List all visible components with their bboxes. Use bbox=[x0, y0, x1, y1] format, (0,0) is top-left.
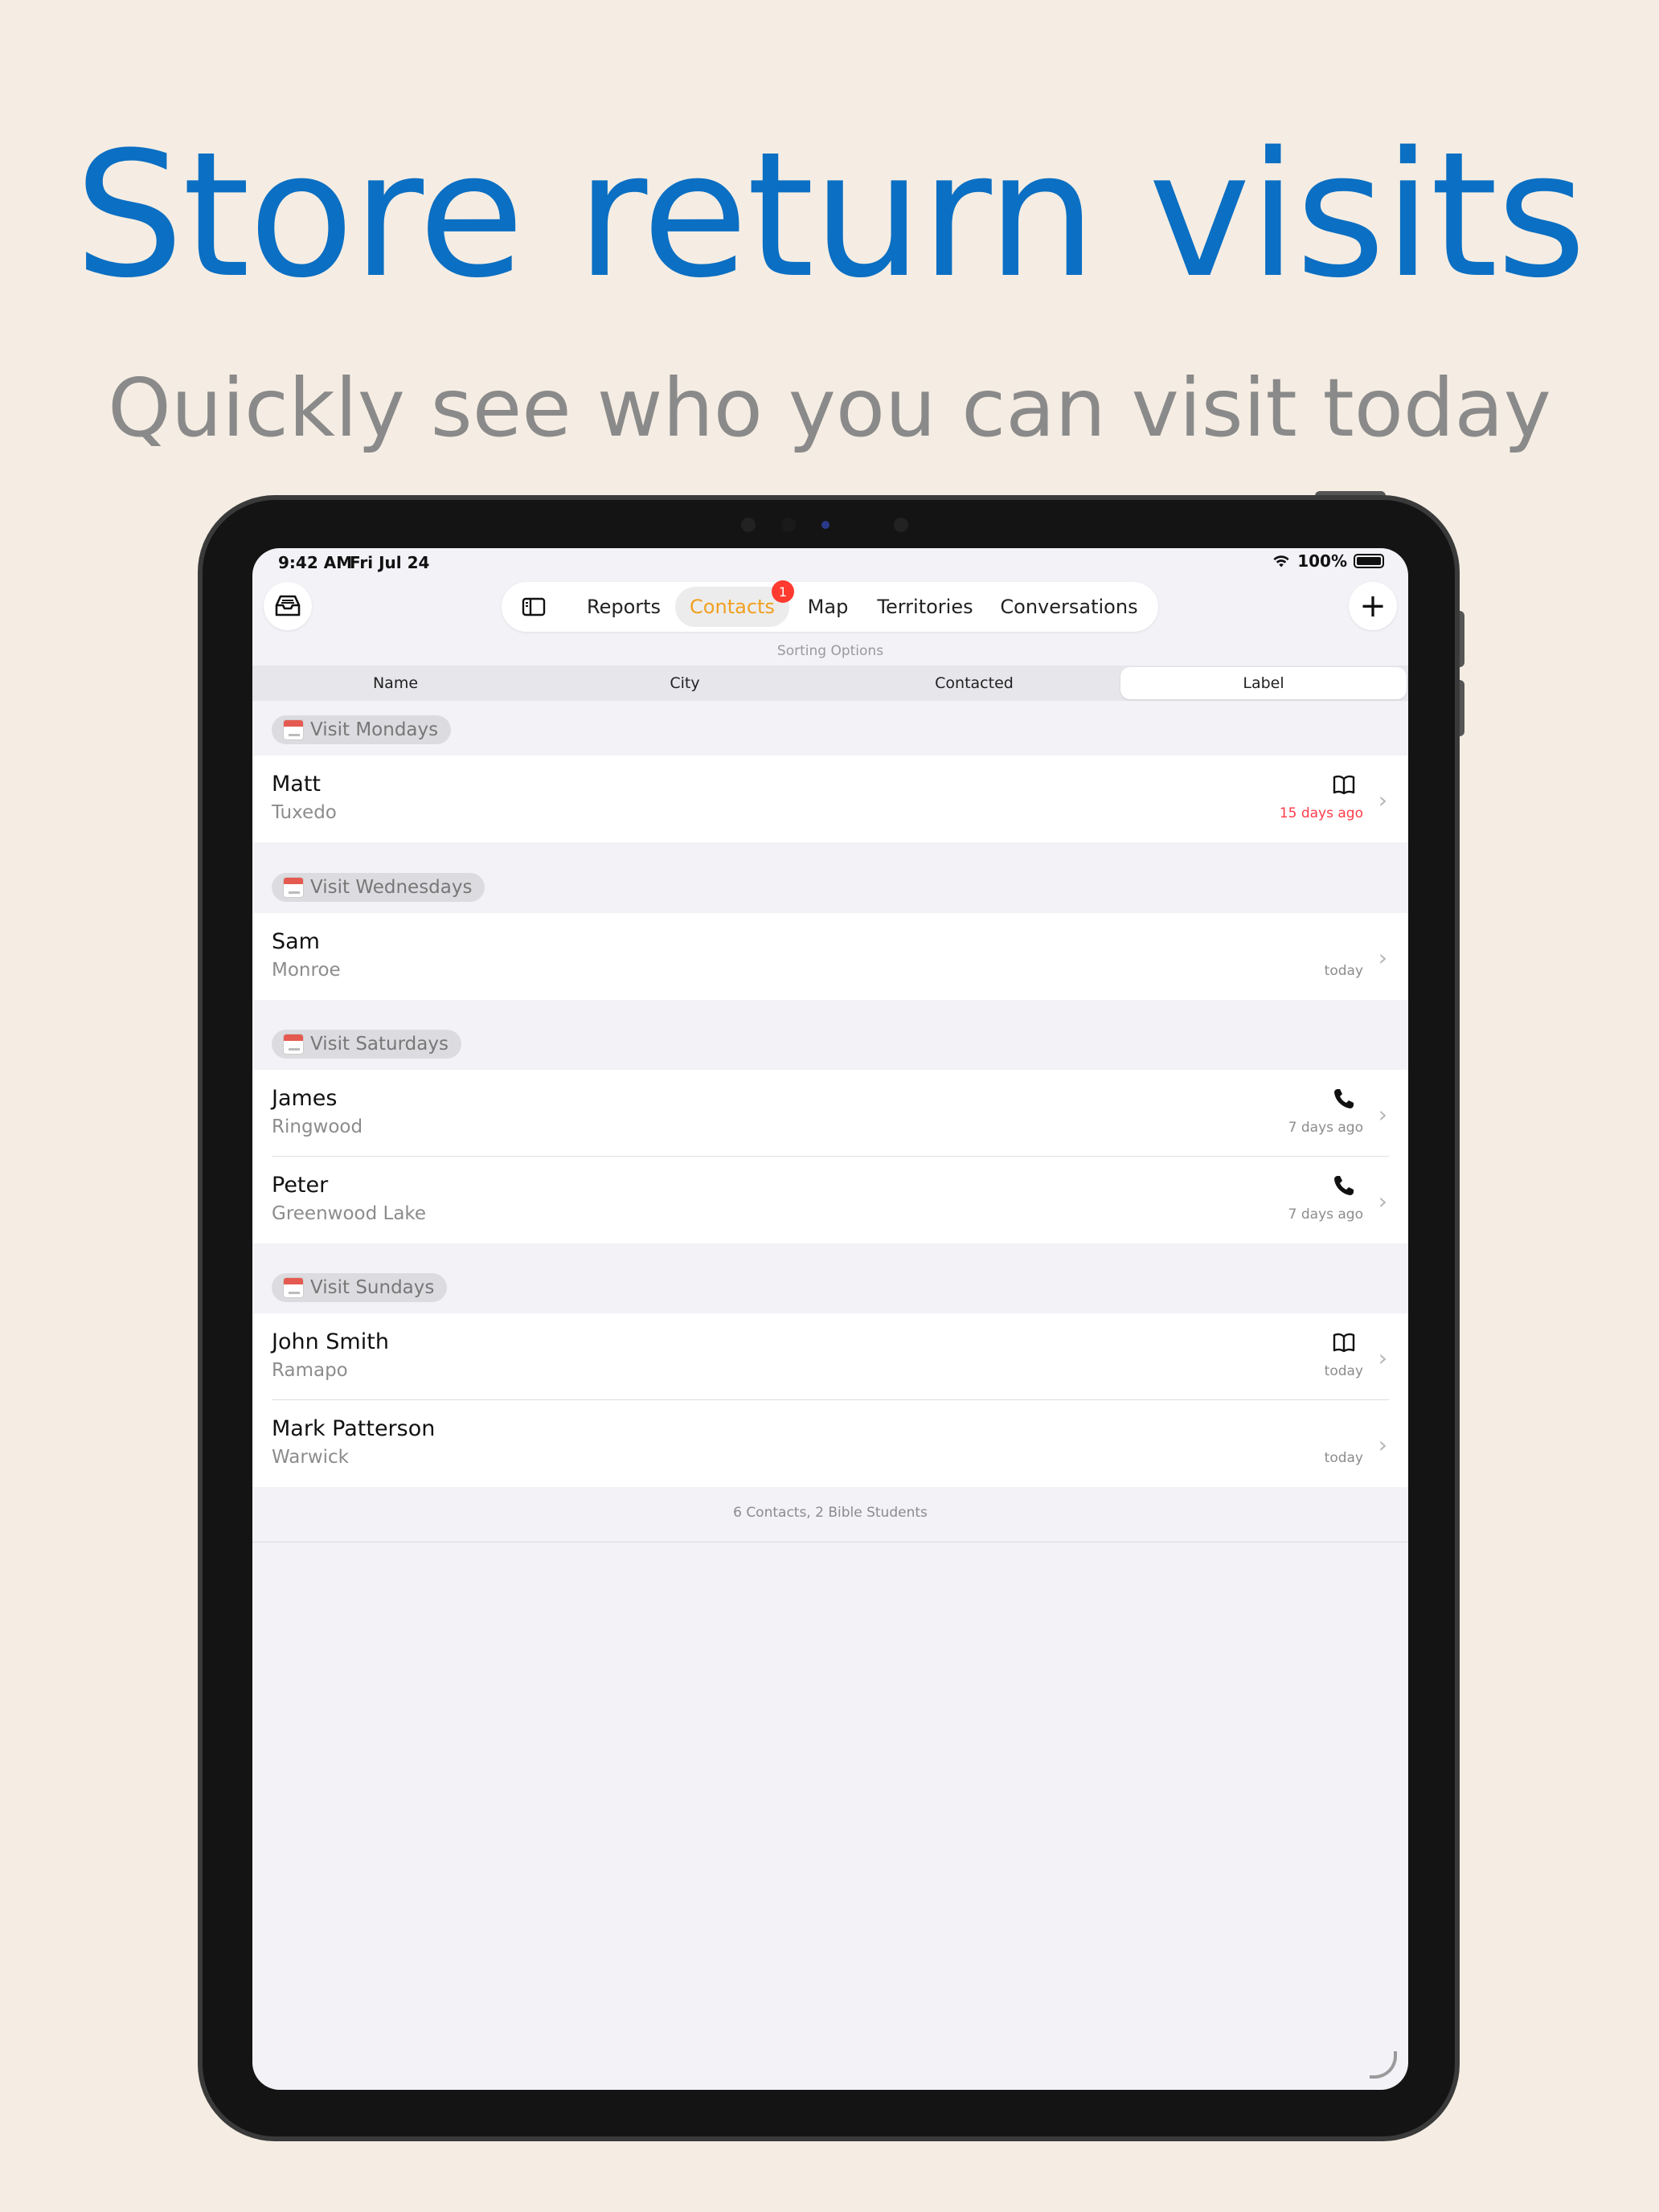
label-chip-text: Visit Mondays bbox=[310, 719, 439, 740]
tab-territories[interactable]: Territories bbox=[866, 582, 984, 632]
camera-dot bbox=[894, 518, 908, 532]
sorting-caption: Sorting Options bbox=[776, 643, 884, 659]
inbox-button[interactable] bbox=[264, 582, 312, 630]
chevron-right-icon: › bbox=[1378, 1345, 1387, 1371]
status-indicators: 100% bbox=[1272, 551, 1384, 571]
contact-row[interactable]: James Ringwood 7 days ago › bbox=[252, 1070, 1408, 1157]
group-header: Visit Mondays bbox=[252, 703, 1408, 756]
camera-dot bbox=[781, 518, 796, 532]
inbox-tray-icon bbox=[275, 595, 301, 616]
plus-icon: + bbox=[1359, 588, 1387, 625]
book-icon bbox=[1333, 775, 1355, 795]
tab-map[interactable]: Map bbox=[793, 582, 863, 632]
tab-territories-label: Territories bbox=[877, 596, 973, 618]
label-chip-text: Visit Sundays bbox=[310, 1277, 435, 1298]
last-contact-time: 7 days ago bbox=[1288, 1120, 1363, 1136]
contact-city: Ramapo bbox=[272, 1360, 348, 1381]
hero-subtitle: Quickly see who you can visit today bbox=[108, 361, 1551, 455]
ipad-frame: 9:42 AM Fri Jul 24 100% Reports Contacts… bbox=[198, 495, 1460, 2141]
chevron-right-icon: › bbox=[1378, 1432, 1387, 1458]
contact-city: Monroe bbox=[272, 960, 341, 981]
contact-row[interactable]: Sam Monroe today › bbox=[252, 913, 1408, 1000]
contact-city: Greenwood Lake bbox=[272, 1203, 427, 1224]
hero-title: Store return visits bbox=[74, 114, 1586, 316]
tab-conversations[interactable]: Conversations bbox=[987, 582, 1151, 632]
last-contact-time: today bbox=[1324, 963, 1363, 979]
contact-name: Matt bbox=[272, 772, 322, 797]
phone-icon bbox=[1334, 1176, 1354, 1195]
last-contact-time: 7 days ago bbox=[1288, 1206, 1363, 1223]
sidebar-toggle-icon bbox=[522, 597, 546, 616]
contacts-summary: 6 Contacts, 2 Bible Students bbox=[733, 1505, 928, 1521]
contact-row[interactable]: Matt Tuxedo 15 days ago › bbox=[252, 756, 1408, 842]
contact-name: Sam bbox=[272, 929, 320, 954]
group-header: Visit Wednesdays bbox=[252, 860, 1408, 913]
contact-row[interactable]: Peter Greenwood Lake 7 days ago › bbox=[252, 1157, 1408, 1243]
contact-name: Mark Patterson bbox=[272, 1416, 436, 1441]
tab-bar: Reports Contacts 1 Map Territories Conve… bbox=[502, 580, 1158, 632]
label-chip[interactable]: Visit Sundays bbox=[272, 1273, 448, 1302]
phone-icon bbox=[1334, 1089, 1354, 1108]
calendar-icon bbox=[283, 1277, 304, 1298]
contact-row[interactable]: John Smith Ramapo today › bbox=[252, 1313, 1408, 1400]
camera-dot bbox=[741, 518, 756, 532]
contacts-badge: 1 bbox=[772, 580, 794, 603]
status-bar: 9:42 AM Fri Jul 24 100% bbox=[252, 548, 1408, 577]
contact-name: John Smith bbox=[272, 1329, 389, 1354]
label-chip[interactable]: Visit Mondays bbox=[272, 715, 452, 744]
sort-option-name[interactable]: Name bbox=[252, 667, 539, 699]
tab-conversations-label: Conversations bbox=[1000, 596, 1138, 618]
status-time: 9:42 AM bbox=[278, 553, 353, 572]
last-contact-time: 15 days ago bbox=[1279, 805, 1363, 821]
tab-reports[interactable]: Reports bbox=[576, 582, 672, 632]
chevron-right-icon: › bbox=[1378, 944, 1387, 971]
label-chip[interactable]: Visit Saturdays bbox=[272, 1030, 461, 1059]
wifi-icon bbox=[1273, 555, 1289, 567]
chevron-right-icon: › bbox=[1378, 787, 1387, 813]
tab-contacts[interactable]: Contacts 1 bbox=[675, 580, 794, 627]
tab-reports-label: Reports bbox=[586, 596, 662, 618]
camera-lens bbox=[821, 521, 830, 529]
group-header: Visit Saturdays bbox=[252, 1017, 1408, 1070]
tab-contacts-label: Contacts bbox=[690, 596, 775, 618]
tab-map-label: Map bbox=[807, 596, 849, 618]
sorting-segmented-control: Name City Contacted Label bbox=[252, 666, 1408, 701]
calendar-icon bbox=[283, 877, 304, 898]
calendar-icon bbox=[283, 1034, 304, 1055]
contact-city: Tuxedo bbox=[272, 802, 337, 823]
battery-percent: 100% bbox=[1297, 551, 1347, 571]
chevron-right-icon: › bbox=[1378, 1188, 1387, 1215]
contact-name: Peter bbox=[272, 1173, 329, 1198]
calendar-icon bbox=[283, 719, 304, 740]
window-resize-handle[interactable] bbox=[1370, 2051, 1397, 2079]
status-date: Fri Jul 24 bbox=[350, 553, 430, 572]
label-chip[interactable]: Visit Wednesdays bbox=[272, 873, 485, 902]
sidebar-toggle-button[interactable] bbox=[502, 582, 566, 632]
toolbar: Reports Contacts 1 Map Territories Conve… bbox=[252, 579, 1408, 635]
group-header: Visit Sundays bbox=[252, 1260, 1408, 1313]
last-contact-time: today bbox=[1324, 1450, 1363, 1466]
contact-row[interactable]: Mark Patterson Warwick today › bbox=[252, 1400, 1408, 1487]
app-screen: 9:42 AM Fri Jul 24 100% Reports Contacts… bbox=[252, 548, 1408, 2090]
camera-bar bbox=[741, 511, 942, 535]
chevron-right-icon: › bbox=[1378, 1101, 1387, 1128]
battery-icon bbox=[1354, 554, 1384, 568]
contact-city: Warwick bbox=[272, 1447, 349, 1468]
label-chip-text: Visit Wednesdays bbox=[310, 877, 473, 898]
contact-city: Ringwood bbox=[272, 1116, 363, 1137]
last-contact-time: today bbox=[1324, 1363, 1363, 1379]
sort-option-contacted[interactable]: Contacted bbox=[831, 667, 1117, 699]
sort-option-city[interactable]: City bbox=[542, 667, 828, 699]
add-contact-button[interactable]: + bbox=[1349, 582, 1397, 630]
sort-option-label[interactable]: Label bbox=[1120, 667, 1407, 699]
book-icon bbox=[1333, 1333, 1355, 1353]
label-chip-text: Visit Saturdays bbox=[310, 1034, 449, 1055]
contact-name: James bbox=[272, 1086, 338, 1111]
